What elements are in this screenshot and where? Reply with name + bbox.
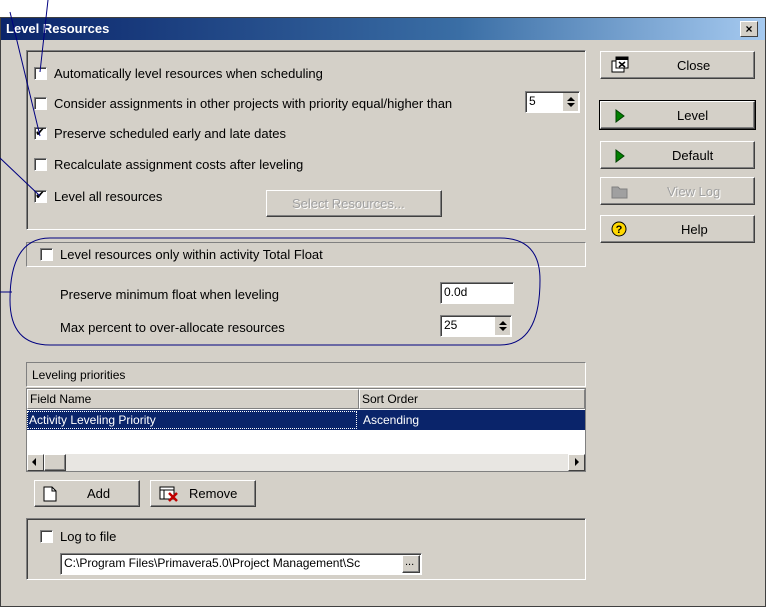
remove-button-label: Remove (189, 486, 238, 501)
title-close-button[interactable]: × (740, 21, 758, 37)
folder-icon (611, 186, 628, 199)
min-float-label: Preserve minimum float when leveling (60, 287, 279, 302)
consider-assignments-label: Consider assignments in other projects w… (54, 96, 453, 111)
auto-level-checkbox[interactable] (34, 67, 47, 80)
arrow-left-icon (32, 458, 36, 466)
level-all-label: Level all resources (54, 189, 163, 204)
browse-button[interactable]: ... (402, 555, 420, 573)
close-button[interactable]: Close (600, 51, 755, 79)
row-field-name[interactable]: Activity Leveling Priority (27, 411, 357, 429)
play-icon (615, 149, 625, 163)
column-header-sort-order[interactable]: Sort Order (359, 389, 585, 409)
spin-down-icon[interactable] (567, 103, 575, 107)
view-log-button[interactable]: View Log (600, 177, 755, 205)
help-button-label: Help (681, 222, 708, 237)
play-icon (615, 109, 625, 123)
select-resources-label: Select Resources... (292, 196, 405, 211)
level-button-label: Level (677, 108, 709, 123)
min-float-input[interactable]: 0.0d (440, 282, 514, 304)
default-button-label: Default (672, 148, 714, 163)
scroll-thumb[interactable] (44, 454, 66, 471)
scroll-right-button[interactable] (568, 454, 585, 471)
row-sort-order[interactable]: Ascending (361, 411, 583, 429)
spin-down-icon[interactable] (499, 327, 507, 331)
spin-up-icon[interactable] (567, 97, 575, 101)
add-button[interactable]: Add (34, 480, 140, 507)
log-path-input[interactable]: C:\Program Files\Primavera5.0\Project Ma… (60, 553, 422, 575)
help-button[interactable]: ? Help (600, 215, 755, 243)
priorities-title: Leveling priorities (32, 368, 126, 382)
log-to-file-checkbox[interactable] (40, 530, 53, 543)
overalloc-label: Max percent to over-allocate resources (60, 320, 285, 335)
new-document-icon (43, 486, 57, 502)
spin-up-icon[interactable] (499, 321, 507, 325)
level-button[interactable]: Level (599, 100, 756, 130)
consider-assignments-checkbox[interactable] (34, 97, 47, 110)
remove-button[interactable]: Remove (150, 480, 256, 507)
help-icon: ? (611, 221, 627, 237)
dialog-title: Level Resources (6, 21, 110, 36)
preserve-dates-checkbox[interactable] (34, 125, 47, 140)
recalculate-costs-checkbox[interactable] (34, 158, 47, 171)
total-float-checkbox[interactable] (40, 248, 53, 261)
default-button[interactable]: Default (600, 141, 755, 169)
total-float-label: Level resources only within activity Tot… (60, 247, 323, 262)
overalloc-spinner-buttons[interactable] (494, 317, 510, 335)
auto-level-label: Automatically level resources when sched… (54, 66, 323, 81)
log-to-file-label: Log to file (60, 529, 117, 544)
delete-icon (159, 486, 178, 502)
title-bar (1, 18, 765, 40)
horizontal-scrollbar[interactable] (27, 454, 585, 471)
arrow-right-icon (575, 458, 579, 466)
close-button-label: Close (677, 58, 711, 73)
priority-spinner-buttons[interactable] (562, 93, 578, 111)
svg-text:?: ? (616, 224, 623, 236)
add-button-label: Add (87, 486, 111, 501)
level-all-checkbox[interactable] (34, 188, 47, 203)
preserve-dates-label: Preserve scheduled early and late dates (54, 126, 286, 141)
view-log-button-label: View Log (667, 184, 721, 199)
column-header-field-name[interactable]: Field Name (27, 389, 359, 409)
recalculate-costs-label: Recalculate assignment costs after level… (54, 157, 304, 172)
close-window-icon (611, 56, 629, 73)
scroll-left-button[interactable] (27, 454, 44, 471)
browse-button-label: ... (405, 556, 415, 568)
select-resources-button[interactable]: Select Resources... (266, 190, 442, 217)
